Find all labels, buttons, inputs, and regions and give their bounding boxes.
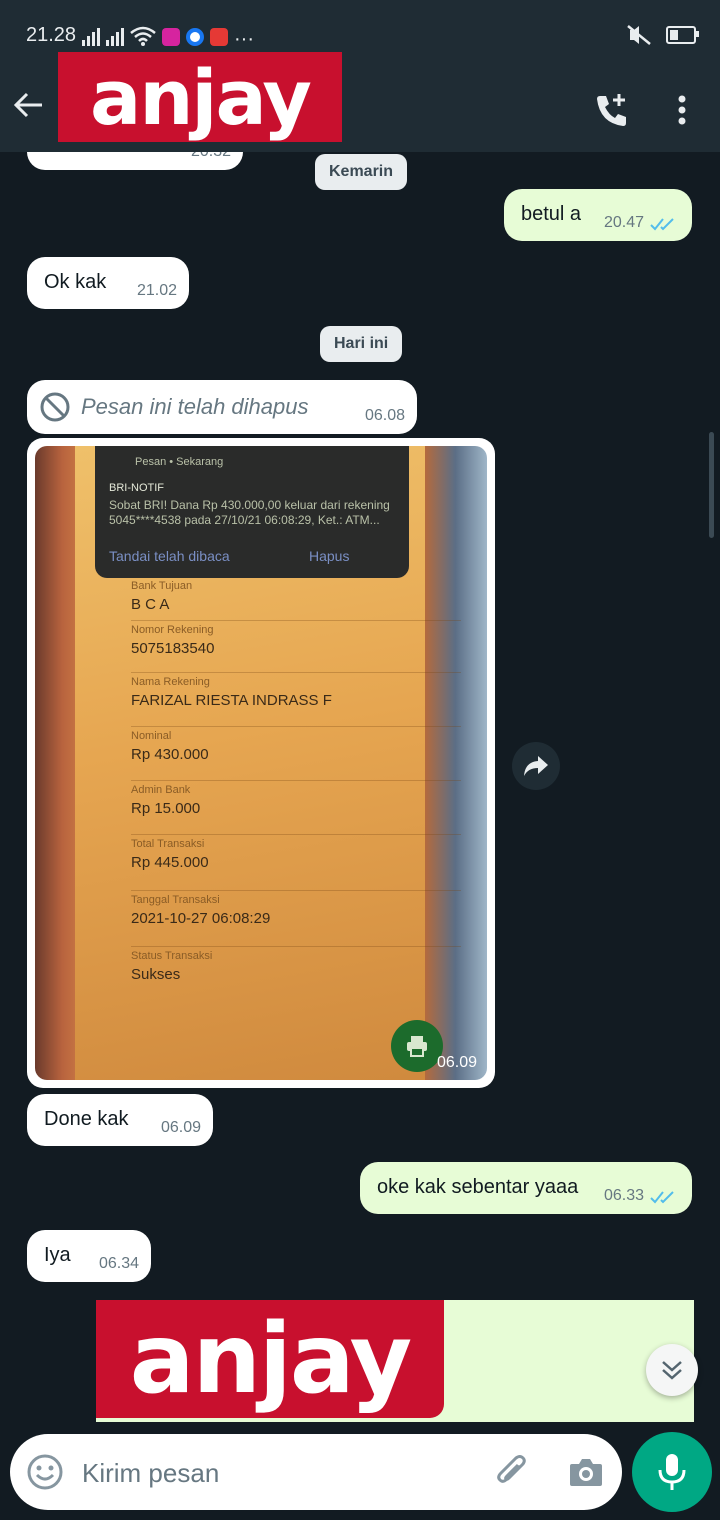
field-account-number: Nomor Rekening 5075183540 <box>131 624 461 673</box>
field-bank: Bank Tujuan B C A <box>131 580 461 621</box>
instagram-notification-icon <box>162 28 180 46</box>
add-call-icon[interactable] <box>592 90 632 130</box>
message-text: betul a <box>521 203 582 225</box>
scroll-to-bottom-button[interactable] <box>646 1344 698 1396</box>
message-photo[interactable]: Bank Tujuan B C A Nomor Rekening 5075183… <box>27 438 495 1088</box>
microphone-icon <box>658 1454 686 1490</box>
more-notifications-icon: ··· <box>234 28 254 50</box>
message-incoming[interactable]: Iya 06.34 <box>27 1230 151 1282</box>
message-input[interactable]: Kirim pesan <box>82 1458 219 1489</box>
field-status: Status Transaksi Sukses <box>131 950 213 983</box>
forward-icon <box>524 756 548 776</box>
printer-icon <box>407 1036 427 1057</box>
date-chip-yesterday: Kemarin <box>315 154 408 190</box>
app-notification-icon <box>186 28 204 46</box>
message-incoming-partial[interactable]: 20.32 <box>27 152 243 170</box>
deleted-message-icon <box>40 392 70 422</box>
sticker-logo: anjay <box>96 1300 444 1418</box>
field-admin-fee: Admin Bank Rp 15.000 <box>131 784 461 835</box>
message-outgoing[interactable]: oke kak sebentar yaaa 06.33 <box>360 1162 692 1214</box>
field-account-name: Nama Rekening FARIZAL RIESTA INDRASS F <box>131 676 461 727</box>
read-receipt-icon <box>650 1191 674 1204</box>
status-icons: ··· <box>82 24 254 50</box>
message-text: Iya <box>44 1244 71 1266</box>
news-notification-icon <box>210 28 228 46</box>
message-composer: Kirim pesan <box>10 1434 622 1510</box>
message-outgoing[interactable]: betul a 20.47 <box>504 189 692 241</box>
message-time: 06.09 <box>160 1119 201 1136</box>
attach-icon[interactable] <box>492 1452 532 1492</box>
message-text: Pesan ini telah dihapus <box>81 394 309 419</box>
sms-notification: Pesan • Sekarang BRI-NOTIF Sobat BRI! Da… <box>95 446 409 578</box>
message-text: Done kak <box>44 1108 129 1130</box>
emoji-icon[interactable] <box>26 1453 64 1491</box>
field-total: Total Transaksi Rp 445.000 <box>131 838 461 891</box>
date-chip-today: Hari ini <box>320 326 403 362</box>
wifi-icon <box>130 26 156 46</box>
message-incoming[interactable]: Ok kak 21.02 <box>27 257 189 309</box>
battery-icon <box>666 26 699 44</box>
mute-icon <box>627 25 651 45</box>
message-time: 06.33 <box>603 1187 644 1204</box>
message-time: 06.08 <box>364 407 405 424</box>
message-time: 21.02 <box>136 282 177 299</box>
message-text: Ok kak <box>44 271 107 293</box>
message-incoming[interactable]: Done kak 06.09 <box>27 1094 213 1146</box>
more-options-icon[interactable] <box>664 90 700 130</box>
message-time: 20.32 <box>191 152 231 161</box>
chat-area[interactable]: 20.32 Kemarin betul a 20.47 Ok kak 21.02… <box>0 152 720 1422</box>
back-arrow-icon[interactable] <box>12 88 46 122</box>
signal-icon <box>82 28 100 46</box>
forward-button[interactable] <box>512 742 560 790</box>
message-time: 20.47 <box>603 214 644 231</box>
status-right <box>626 24 699 46</box>
message-deleted[interactable]: Pesan ini telah dihapus 06.08 <box>27 380 417 434</box>
signal-icon <box>106 28 124 46</box>
message-text: oke kak sebentar yaaa <box>377 1176 579 1198</box>
read-receipt-icon <box>650 218 674 231</box>
camera-icon[interactable] <box>566 1452 606 1492</box>
print-button <box>391 1020 443 1072</box>
contact-name-logo[interactable]: anjay <box>58 52 342 142</box>
double-chevron-down-icon <box>662 1361 682 1380</box>
field-date: Tanggal Transaksi 2021-10-27 06:08:29 <box>131 894 461 947</box>
message-time: 06.09 <box>436 1054 477 1071</box>
voice-record-button[interactable] <box>632 1432 712 1512</box>
scrollbar[interactable] <box>709 432 714 538</box>
status-time: 21.28 <box>26 24 77 46</box>
message-time: 06.34 <box>98 1255 139 1272</box>
transaction-photo[interactable]: Bank Tujuan B C A Nomor Rekening 5075183… <box>35 446 487 1080</box>
field-nominal: Nominal Rp 430.000 <box>131 730 461 781</box>
